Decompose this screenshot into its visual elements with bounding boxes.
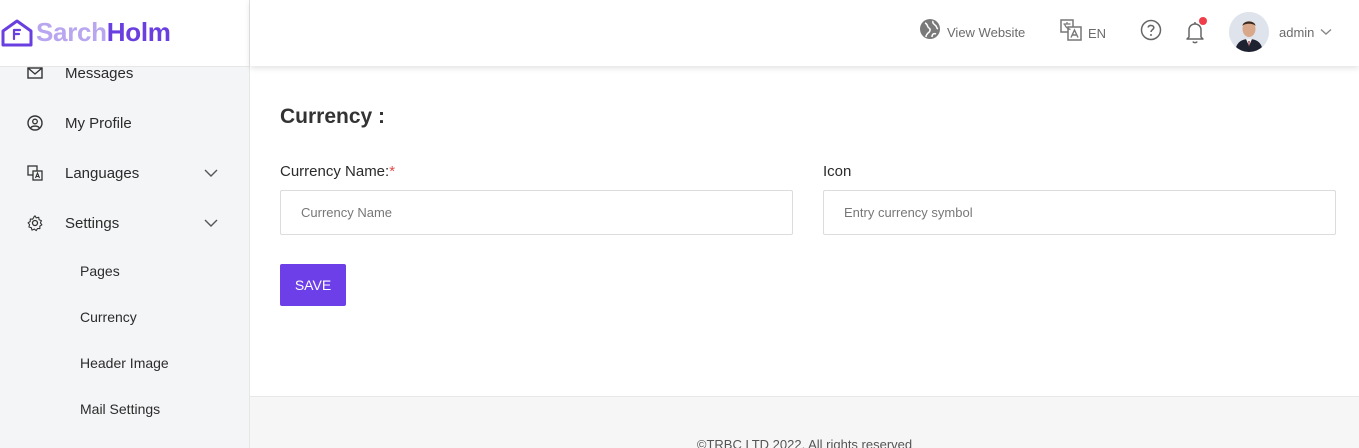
notification-dot [1199,17,1207,25]
language-switcher[interactable]: EN [1060,18,1106,41]
sidebar: SarchHolm Messages My Profile Languages … [0,0,250,448]
chevron-down-icon[interactable] [203,165,219,181]
currency-name-label: Currency Name:* [280,163,395,180]
chevron-down-icon[interactable] [203,215,219,231]
house-logo-icon [1,19,33,46]
help-icon [1140,19,1162,41]
brand-name-part1: Sarch [36,17,107,47]
top-bar: View Website EN admin [250,0,1359,66]
currency-name-label-text: Currency Name: [280,163,390,180]
user-circle-icon [27,115,43,131]
sidebar-item-languages[interactable]: Languages [0,153,249,193]
brand-logo[interactable]: SarchHolm [0,17,171,48]
gear-icon [27,215,43,232]
save-button[interactable]: SAVE [280,264,346,306]
view-website-link[interactable]: View Website [919,17,1025,40]
sidebar-item-label: Settings [65,214,120,232]
help-button[interactable] [1140,19,1162,41]
sidebar-item-my-profile[interactable]: My Profile [0,103,249,143]
translate-icon [1060,18,1082,41]
translate-icon [27,165,43,181]
language-label: EN [1088,26,1107,41]
sidebar-item-settings[interactable]: Settings [0,203,249,243]
sidebar-subitem-label: Header Image [80,355,169,371]
view-website-label: View Website [947,25,1026,40]
brand-name-part2: Holm [106,17,171,47]
sidebar-subitem-pages[interactable]: Pages [0,254,249,288]
notifications-button[interactable] [1184,17,1207,45]
footer: ©TRBC LTD 2022. All rights reserved [250,396,1359,448]
brand-name: SarchHolm [36,17,171,48]
mail-icon [27,67,43,79]
icon-label: Icon [823,163,852,180]
sidebar-subitem-currency[interactable]: Currency [0,300,249,334]
sidebar-subitem-label: Pages [80,263,120,279]
globe-icon [920,18,940,39]
sidebar-subitem-header-image[interactable]: Header Image [0,346,249,380]
user-menu[interactable]: admin [1229,12,1332,52]
sidebar-subitem-mail-settings[interactable]: Mail Settings [0,392,249,426]
sidebar-item-label: Messages [65,64,134,82]
avatar [1229,12,1269,52]
required-asterisk: * [389,163,396,180]
page-title: Currency : [280,105,386,128]
sidebar-item-label: Languages [65,164,140,182]
user-photo-icon [1229,12,1269,52]
user-name: admin [1279,24,1315,40]
currency-name-input[interactable] [280,190,793,235]
sidebar-subitem-label: Mail Settings [80,401,161,417]
caret-down-icon [1320,28,1332,35]
sidebar-item-label: My Profile [65,114,132,132]
sidebar-subitem-label: Currency [80,309,137,325]
currency-symbol-input[interactable] [823,190,1336,235]
sidebar-item-messages[interactable]: Messages [0,53,249,93]
copyright-text: ©TRBC LTD 2022. All rights reserved [696,437,913,448]
